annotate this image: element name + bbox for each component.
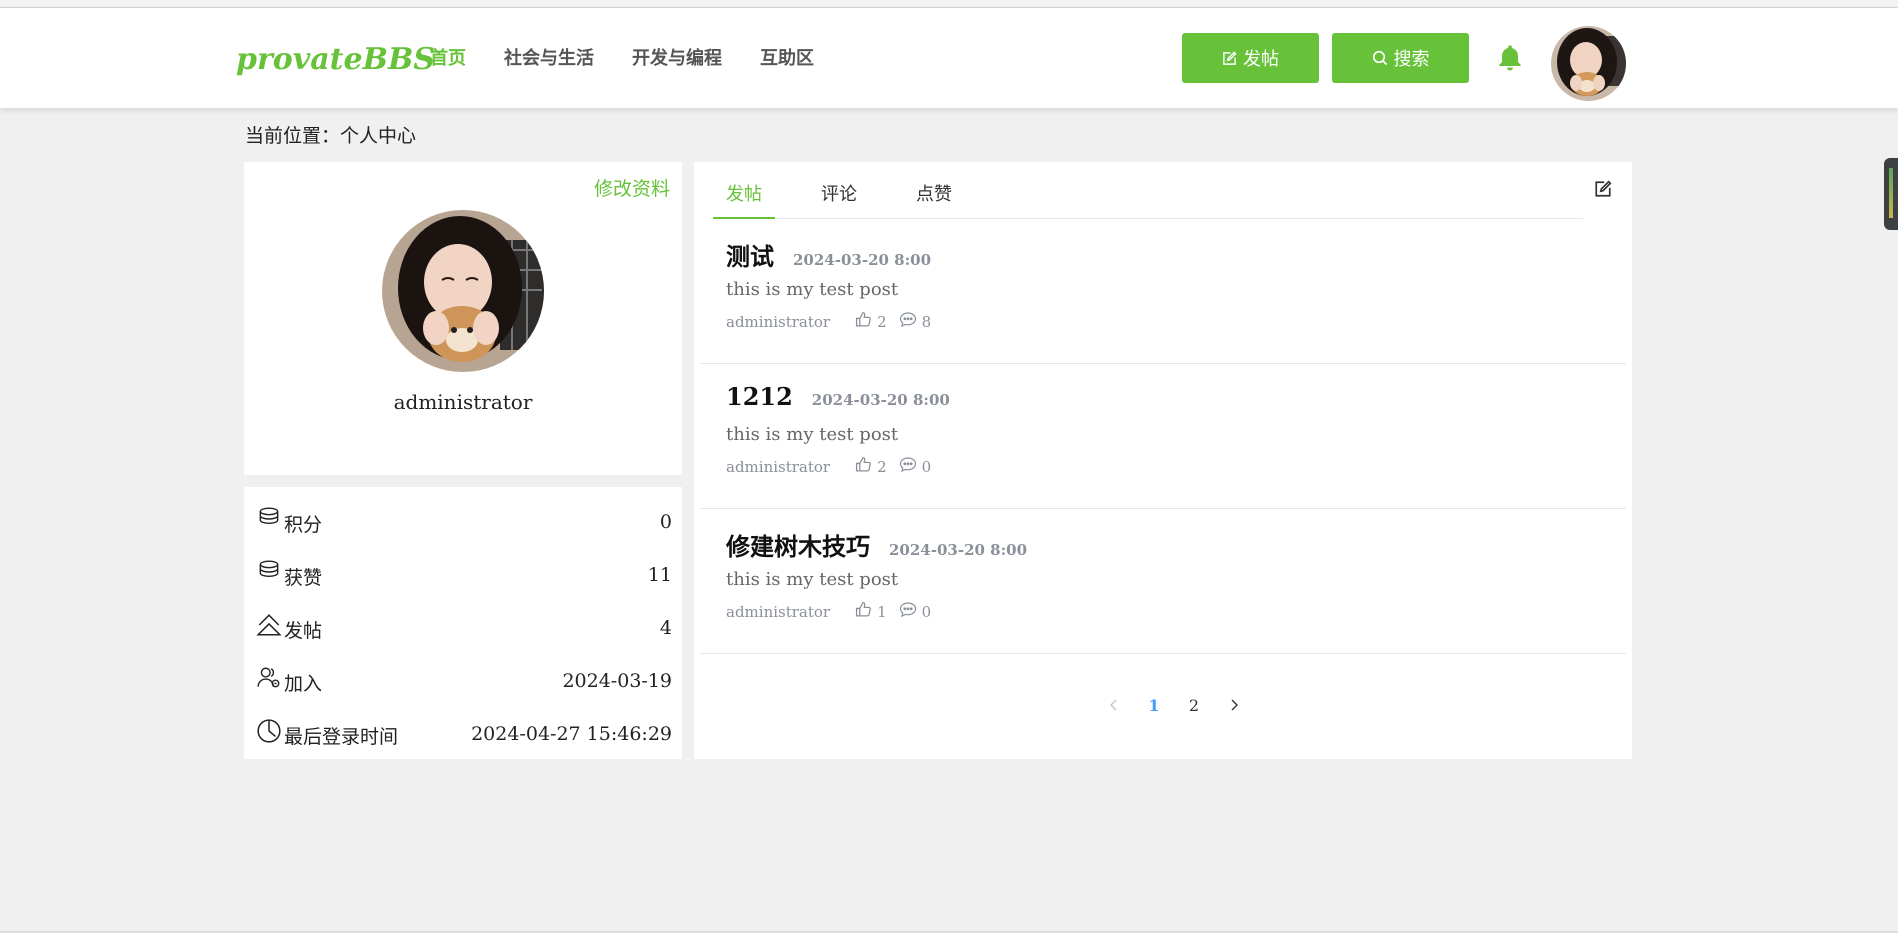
- browser-top-strip: [0, 0, 1898, 8]
- like-count: 2: [877, 312, 887, 331]
- profile-avatar: [382, 210, 544, 372]
- clock-icon: [256, 718, 284, 749]
- comment-icon[interactable]: [899, 456, 922, 477]
- users-icon: [256, 665, 284, 696]
- post-date: 2024-03-20 8:00: [793, 251, 932, 269]
- profile-username: administrator: [393, 390, 533, 414]
- pagination: 1 2: [1094, 696, 1254, 715]
- stat-row-posts: 发帖 4: [256, 601, 672, 654]
- profile-card: 修改资料 administrator: [244, 162, 682, 475]
- nav-item-home[interactable]: 首页: [430, 44, 466, 70]
- comment-count: 0: [921, 602, 932, 621]
- search-button[interactable]: 搜索: [1332, 33, 1469, 83]
- edit-icon: [1222, 50, 1237, 66]
- search-icon: [1372, 50, 1388, 66]
- post-author[interactable]: administrator: [726, 458, 830, 476]
- post-title[interactable]: 测试: [726, 237, 774, 272]
- side-scroll-widget[interactable]: [1884, 158, 1898, 230]
- thumbs-up-icon[interactable]: [855, 311, 877, 332]
- stat-row-likes: 获赞 11: [256, 548, 672, 601]
- like-count: 1: [877, 602, 887, 621]
- like-count: 2: [877, 457, 887, 476]
- post-author[interactable]: administrator: [726, 603, 830, 621]
- prev-page-button[interactable]: [1094, 696, 1134, 715]
- stat-row-points: 积分 0: [256, 495, 672, 548]
- list-item: 修建树木技巧 2024-03-20 8:00 this is my test p…: [700, 509, 1626, 654]
- home-icon: [256, 612, 284, 643]
- posts-panel: 发帖 评论 点赞 测试 2024-03-20 8:00 this is my t…: [694, 162, 1632, 759]
- stat-value: 0: [659, 510, 672, 533]
- tab-likes[interactable]: 点赞: [903, 162, 965, 218]
- chevron-right-icon: [1231, 699, 1238, 711]
- list-item: 测试 2024-03-20 8:00 this is my test post …: [700, 219, 1626, 364]
- stat-row-last-login: 最后登录时间 2024-04-27 15:46:29: [256, 707, 672, 760]
- post-excerpt: this is my test post: [726, 279, 899, 300]
- stat-value: 11: [647, 563, 672, 586]
- site-logo[interactable]: provateBBS: [236, 42, 435, 77]
- stat-label: 最后登录时间: [284, 726, 399, 748]
- notification-bell-icon[interactable]: [1494, 42, 1526, 78]
- stat-row-joined: 加入 2024-03-19: [256, 654, 672, 707]
- nav-item-society-life[interactable]: 社会与生活: [504, 44, 594, 70]
- edit-profile-link[interactable]: 修改资料: [594, 174, 670, 201]
- new-post-button[interactable]: 发帖: [1182, 33, 1319, 83]
- thumbs-up-icon[interactable]: [855, 456, 877, 477]
- list-item: 1212 2024-03-20 8:00 this is my test pos…: [700, 364, 1626, 509]
- nav-item-dev-programming[interactable]: 开发与编程: [632, 44, 722, 70]
- post-excerpt: this is my test post: [726, 424, 899, 445]
- search-label: 搜索: [1393, 49, 1430, 70]
- stat-label: 获赞: [284, 567, 323, 589]
- next-page-button[interactable]: [1214, 696, 1254, 715]
- coins-icon: [256, 559, 284, 590]
- comment-count: 0: [921, 457, 932, 476]
- post-title[interactable]: 修建树木技巧: [726, 527, 870, 562]
- top-header: provateBBS 首页 社会与生活 开发与编程 互助区 发帖 搜索: [0, 8, 1898, 108]
- tab-comments[interactable]: 评论: [808, 162, 870, 218]
- comment-icon[interactable]: [899, 601, 922, 622]
- chevron-left-icon: [1110, 699, 1117, 711]
- coins-icon: [256, 506, 284, 537]
- post-date: 2024-03-20 8:00: [811, 391, 950, 409]
- tab-posts[interactable]: 发帖: [713, 162, 775, 219]
- comment-count: 8: [921, 312, 932, 331]
- stat-value: 4: [659, 616, 672, 639]
- page-number[interactable]: 2: [1174, 696, 1214, 715]
- thumbs-up-icon[interactable]: [855, 601, 877, 622]
- post-title[interactable]: 1212: [726, 382, 793, 411]
- nav-item-help-area[interactable]: 互助区: [760, 44, 814, 70]
- post-date: 2024-03-20 8:00: [889, 541, 1028, 559]
- new-post-label: 发帖: [1243, 49, 1279, 70]
- user-avatar[interactable]: [1551, 26, 1626, 101]
- page-number[interactable]: 1: [1134, 696, 1174, 715]
- breadcrumb: 当前位置：个人中心: [245, 125, 417, 147]
- main-nav: 首页 社会与生活 开发与编程 互助区: [430, 44, 852, 70]
- stat-label: 积分: [284, 514, 323, 536]
- comment-icon[interactable]: [899, 311, 922, 332]
- stat-value: 2024-04-27 15:46:29: [471, 722, 672, 745]
- stats-card: 积分 0 获赞 11 发帖 4 加入 2024-03-19 最后登录时间 202…: [244, 487, 682, 759]
- stat-label: 发帖: [284, 620, 323, 642]
- stat-label: 加入: [284, 673, 323, 695]
- post-author[interactable]: administrator: [726, 313, 830, 331]
- stat-value: 2024-03-19: [562, 669, 672, 692]
- post-excerpt: this is my test post: [726, 569, 899, 590]
- content-tabs: 发帖 评论 点赞: [713, 162, 1583, 219]
- compose-icon[interactable]: [1594, 180, 1612, 202]
